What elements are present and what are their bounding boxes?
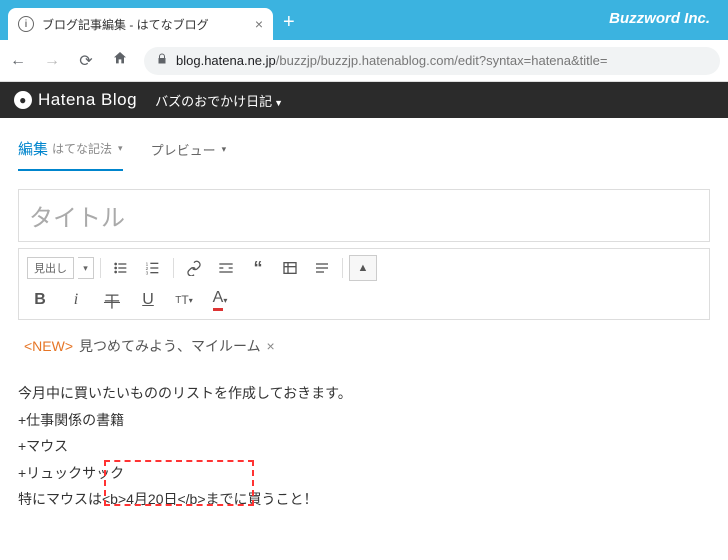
bold-icon[interactable]: B — [27, 287, 53, 313]
heading-select[interactable]: 見出し — [27, 257, 74, 279]
strikethrough-icon[interactable]: 干 — [99, 287, 125, 313]
table-icon[interactable] — [276, 255, 304, 281]
brand[interactable]: ● Hatena Blog — [14, 90, 137, 110]
collapse-toolbar-icon[interactable]: ▲ — [349, 255, 377, 281]
editor-line: 特にマウスは<b>4月20日</b>までに買うこと！ — [18, 486, 710, 513]
chevron-down-icon: ▾ — [118, 143, 123, 154]
back-icon[interactable]: ← — [8, 52, 28, 70]
lock-icon — [156, 53, 168, 68]
underline-icon[interactable]: U — [135, 287, 161, 313]
editor-line: +リュックサック — [18, 460, 710, 487]
chevron-down-icon: ▾ — [222, 144, 227, 155]
read-more-icon[interactable] — [212, 255, 240, 281]
browser-tab[interactable]: i ブログ記事編集 - はてなブログ × — [8, 8, 273, 40]
title-input[interactable]: タイトル — [18, 189, 710, 242]
tag-text[interactable]: 見つめてみよう、マイルーム — [79, 338, 261, 354]
close-icon[interactable]: × — [255, 16, 263, 32]
url-box[interactable]: blog.hatena.ne.jp/buzzjp/buzzjp.hatenabl… — [144, 47, 720, 75]
tab-title: ブログ記事編集 - はてなブログ — [42, 16, 247, 33]
font-size-icon[interactable]: TT▾ — [171, 287, 197, 313]
company-label: Buzzword Inc. — [609, 10, 710, 27]
tab-edit[interactable]: 編集 はてな記法 ▾ — [18, 132, 123, 171]
hatena-logo-icon: ● — [14, 91, 32, 109]
tag-row: <NEW>見つめてみよう、マイルーム × — [18, 330, 710, 362]
ordered-list-icon[interactable]: 123 — [139, 255, 167, 281]
reload-icon[interactable]: ⟳ — [76, 51, 96, 71]
hatena-favicon: i — [18, 16, 34, 32]
address-bar: ← → ⟳ blog.hatena.ne.jp/buzzjp/buzzjp.ha… — [0, 40, 728, 82]
brand-text: Hatena Blog — [38, 90, 137, 110]
site-header: ● Hatena Blog バズのおでかけ日記▼ — [0, 82, 728, 118]
chevron-down-icon[interactable]: ▾ — [78, 257, 94, 279]
link-icon[interactable] — [180, 255, 208, 281]
editor-line: 今月中に買いたいもののリストを作成しておきます。 — [18, 380, 710, 407]
font-color-icon[interactable]: A▾ — [207, 287, 233, 313]
forward-icon[interactable]: → — [42, 52, 62, 70]
chevron-down-icon: ▼ — [274, 98, 283, 108]
blog-name-dropdown[interactable]: バズのおでかけ日記▼ — [155, 91, 283, 110]
tag-new-badge: <NEW> — [18, 334, 79, 358]
italic-icon[interactable]: i — [63, 287, 89, 313]
svg-text:3: 3 — [146, 271, 149, 276]
align-icon[interactable] — [308, 255, 336, 281]
url-text: blog.hatena.ne.jp/buzzjp/buzzjp.hatenabl… — [176, 53, 608, 68]
editor-line: +マウス — [18, 433, 710, 460]
editor-body[interactable]: 今月中に買いたいもののリストを作成しておきます。 +仕事関係の書籍 +マウス +… — [18, 380, 710, 513]
tab-preview[interactable]: プレビュー ▾ — [151, 132, 227, 171]
tag-remove-icon[interactable]: × — [263, 338, 275, 354]
mode-tabs: 編集 はてな記法 ▾ プレビュー ▾ — [18, 132, 710, 171]
toolbar: 見出し▾ 123 “ ▲ B i 干 U TT▾ A▾ — [18, 248, 710, 320]
home-icon[interactable] — [110, 50, 130, 71]
editor-line: +仕事関係の書籍 — [18, 407, 710, 434]
unordered-list-icon[interactable] — [107, 255, 135, 281]
quote-icon[interactable]: “ — [244, 255, 272, 281]
new-tab-button[interactable]: + — [283, 11, 295, 34]
